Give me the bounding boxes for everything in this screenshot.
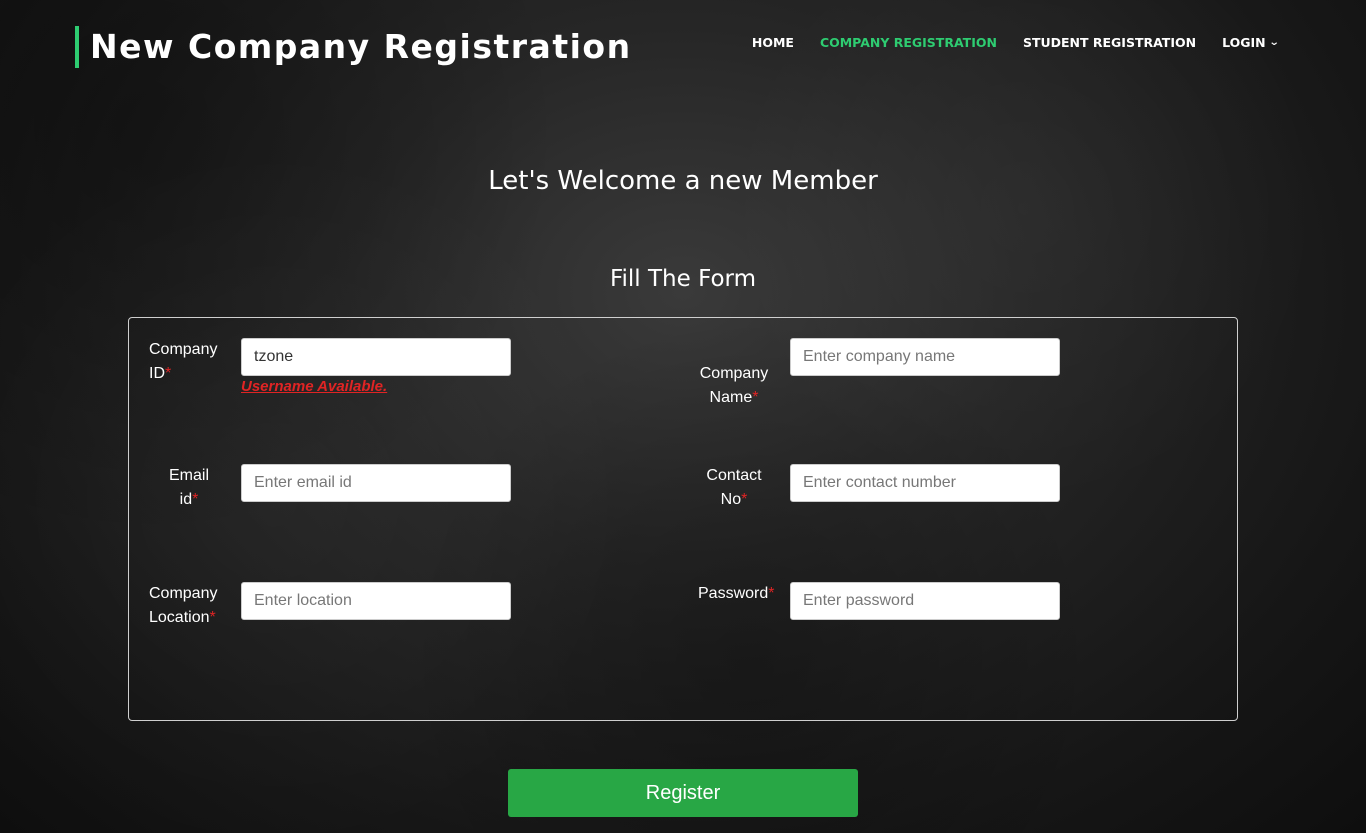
required-mark: * [752, 389, 759, 406]
company-id-label: Company ID* [149, 338, 217, 386]
nav-login-label: LOGIN [1222, 35, 1266, 50]
location-label-line2: Location [149, 609, 210, 626]
contact-input[interactable] [790, 464, 1060, 502]
email-input[interactable] [241, 464, 511, 502]
required-mark: * [741, 491, 748, 508]
chevron-down-icon: ⌄ [1268, 37, 1280, 48]
main-nav: HOME COMPANY REGISTRATION STUDENT REGIST… [752, 35, 1280, 50]
contact-label-line1: Contact [706, 467, 762, 484]
register-button[interactable]: Register [508, 769, 858, 817]
username-status: Username Available. [241, 378, 388, 395]
site-header: New Company Registration HOME COMPANY RE… [0, 0, 1366, 92]
nav-student-registration[interactable]: STUDENT REGISTRATION [1023, 35, 1196, 50]
page-title: New Company Registration [75, 26, 632, 68]
contact-label-line2: No [720, 491, 742, 508]
welcome-heading: Let's Welcome a new Member [488, 166, 878, 196]
nav-student-registration-label: STUDENT REGISTRATION [1022, 35, 1197, 50]
email-label-line2: id [179, 491, 193, 508]
nav-login[interactable]: LOGIN ⌄ [1222, 35, 1280, 50]
required-mark: * [165, 365, 172, 382]
email-label-line1: Email [168, 467, 209, 484]
location-label: Company Location* [149, 582, 217, 630]
nav-home[interactable]: HOME [752, 35, 794, 50]
company-id-label-line2: ID [149, 365, 165, 382]
password-label-text: Password [698, 585, 769, 602]
password-label: Password* [698, 582, 774, 606]
form-heading: Fill The Form [609, 266, 757, 292]
company-name-label-line2: Name [709, 389, 753, 406]
company-name-label: Company Name* [698, 362, 770, 410]
required-mark: * [768, 585, 775, 602]
location-label-line1: Company [149, 585, 218, 602]
company-id-input[interactable] [241, 338, 511, 376]
company-id-label-line1: Company [149, 341, 218, 358]
email-label: Email id* [163, 464, 215, 512]
nav-company-registration-label: COMPANY REGISTRATION [819, 35, 997, 50]
company-name-label-line1: Company [699, 365, 769, 382]
required-mark: * [192, 491, 199, 508]
registration-form: Company ID* Username Available. Company … [128, 317, 1238, 721]
company-name-input[interactable] [790, 338, 1060, 376]
required-mark: * [209, 609, 216, 626]
location-input[interactable] [241, 582, 511, 620]
contact-label: Contact No* [701, 464, 767, 512]
nav-company-registration[interactable]: COMPANY REGISTRATION [820, 35, 997, 50]
nav-home-label: HOME [751, 35, 794, 50]
password-input[interactable] [790, 582, 1060, 620]
